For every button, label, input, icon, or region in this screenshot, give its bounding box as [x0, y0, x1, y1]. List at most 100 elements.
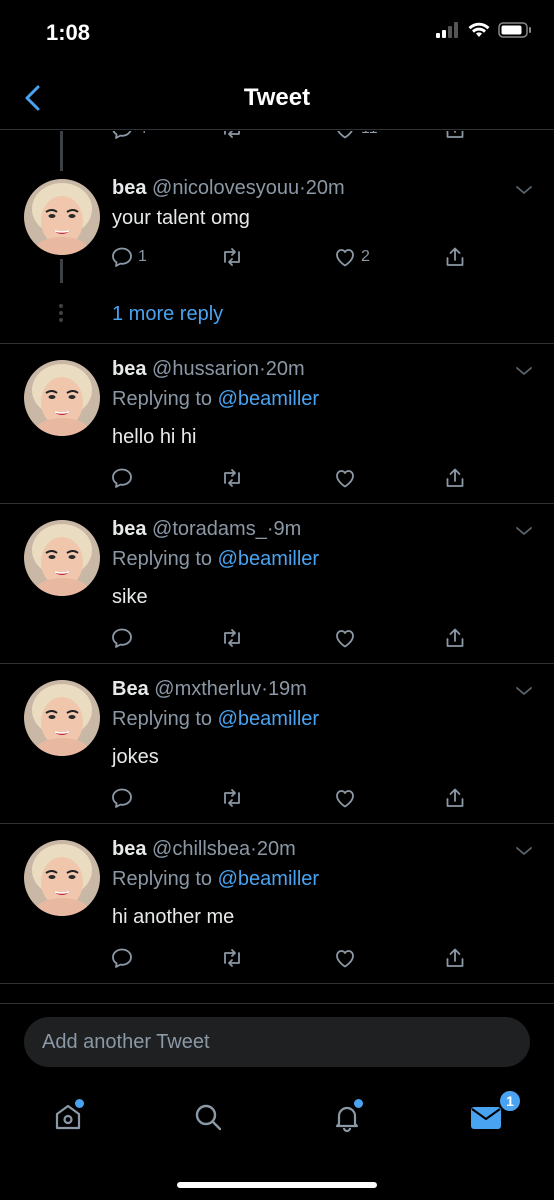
chevron-down-icon[interactable] — [514, 684, 534, 698]
retweet-icon — [220, 245, 244, 269]
retweet-button[interactable] — [220, 131, 244, 141]
chevron-down-icon[interactable] — [514, 364, 534, 378]
like-count: 11 — [361, 131, 378, 138]
like-button[interactable] — [333, 946, 357, 970]
retweet-button[interactable] — [220, 786, 244, 810]
replying-to: Replying to @beamiller — [112, 388, 319, 411]
like-button[interactable]: 2 — [333, 245, 370, 269]
tweet-reply-nested[interactable]: bea @nicolovesyouu·20m your talent omg 1… — [0, 171, 554, 343]
heart-icon — [333, 131, 357, 141]
share-button[interactable] — [443, 131, 467, 141]
envelope-icon — [471, 1107, 501, 1129]
reply-button[interactable] — [110, 626, 134, 650]
retweet-button[interactable] — [220, 245, 244, 269]
like-button[interactable] — [333, 466, 357, 490]
tab-messages[interactable]: 1 — [464, 1089, 522, 1139]
share-button[interactable] — [443, 626, 467, 650]
reply-button[interactable] — [110, 786, 134, 810]
like-button[interactable] — [333, 786, 357, 810]
tweet-row-partial[interactable] — [0, 983, 554, 1003]
reply-icon — [110, 626, 134, 650]
replying-to: Replying to @beamiller — [112, 868, 319, 891]
tab-notifications[interactable] — [325, 1095, 369, 1139]
reply-icon — [110, 786, 134, 810]
share-icon — [443, 786, 467, 810]
timestamp: 9m — [273, 518, 302, 540]
tweet-header: Bea @mxtherluv·19m — [112, 678, 307, 701]
replying-to: Replying to @beamiller — [112, 548, 319, 571]
tweet-row[interactable]: bea @chillsbea·20m Replying to @beamille… — [0, 823, 554, 983]
show-more-replies-link[interactable]: 1 more reply — [112, 303, 223, 326]
handle[interactable]: @hussarion — [152, 358, 259, 380]
share-button[interactable] — [443, 786, 467, 810]
tab-search[interactable] — [186, 1095, 230, 1139]
reply-icon — [110, 245, 134, 269]
reply-button[interactable]: 4 — [110, 131, 147, 141]
share-button[interactable] — [443, 946, 467, 970]
display-name[interactable]: bea — [112, 358, 146, 380]
avatar[interactable] — [24, 360, 100, 436]
search-icon — [195, 1104, 222, 1131]
tweet-text: hello hi hi — [112, 426, 197, 448]
tweet-text: your talent omg — [112, 207, 250, 229]
reply-button[interactable]: 1 — [110, 245, 147, 269]
share-button[interactable] — [443, 466, 467, 490]
like-button[interactable]: 11 — [333, 131, 378, 141]
replying-to-mention[interactable]: @beamiller — [218, 708, 319, 730]
share-button[interactable] — [443, 245, 467, 269]
tweet-row[interactable]: Bea @mxtherluv·19m Replying to @beamille… — [0, 663, 554, 823]
add-tweet-input[interactable]: Add another Tweet — [24, 1017, 530, 1067]
replying-to: Replying to @beamiller — [112, 708, 319, 731]
tweet-row[interactable]: bea @hussarion·20m Replying to @beamille… — [0, 343, 554, 503]
chevron-down-icon[interactable] — [514, 844, 534, 858]
heart-icon — [333, 245, 357, 269]
chevron-down-icon[interactable] — [514, 183, 534, 197]
handle[interactable]: @mxtherluv — [154, 678, 261, 700]
tweet-row[interactable]: bea @toradams_·9m Replying to @beamiller… — [0, 503, 554, 663]
reply-button[interactable] — [110, 466, 134, 490]
replying-to-mention[interactable]: @beamiller — [218, 548, 319, 570]
replying-to-mention[interactable]: @beamiller — [218, 388, 319, 410]
retweet-icon — [220, 946, 244, 970]
status-time: 1:08 — [46, 20, 91, 45]
reply-button[interactable] — [110, 946, 134, 970]
tweet-header: bea @chillsbea·20m — [112, 838, 296, 861]
avatar[interactable] — [24, 840, 100, 916]
home-indicator[interactable] — [177, 1182, 377, 1188]
reply-icon — [110, 466, 134, 490]
avatar[interactable] — [24, 680, 100, 756]
avatar[interactable] — [24, 179, 100, 255]
handle[interactable]: @nicolovesyouu — [152, 177, 299, 199]
notifications-dot — [354, 1099, 363, 1108]
avatar[interactable] — [24, 520, 100, 596]
tweet-header: bea @nicolovesyouu·20m — [112, 177, 345, 200]
signal-icon — [436, 22, 458, 38]
chevron-down-icon[interactable] — [514, 524, 534, 538]
home-notification-dot — [75, 1099, 84, 1108]
battery-icon — [498, 22, 531, 38]
retweet-icon — [220, 466, 244, 490]
separator-dot: · — [261, 678, 268, 700]
reply-icon — [110, 131, 134, 141]
retweet-icon — [220, 131, 244, 141]
retweet-button[interactable] — [220, 946, 244, 970]
tweet-feed[interactable]: 4 11 bea @nicolovesyouu·20m your talent … — [0, 131, 554, 1003]
display-name[interactable]: bea — [112, 518, 146, 540]
handle[interactable]: @toradams_ — [152, 518, 267, 540]
retweet-button[interactable] — [220, 626, 244, 650]
display-name[interactable]: bea — [112, 177, 146, 199]
replying-to-label: Replying to — [112, 708, 213, 730]
tab-home[interactable] — [46, 1095, 90, 1139]
retweet-button[interactable] — [220, 466, 244, 490]
tweet-text: hi another me — [112, 906, 235, 928]
share-icon — [443, 131, 467, 141]
tweet-text: jokes — [112, 746, 159, 768]
share-icon — [443, 626, 467, 650]
like-button[interactable] — [333, 626, 357, 650]
tweet-header: bea @toradams_·9m — [112, 518, 301, 541]
display-name[interactable]: Bea — [112, 678, 149, 700]
display-name[interactable]: bea — [112, 838, 146, 860]
handle[interactable]: @chillsbea — [152, 838, 250, 860]
share-icon — [443, 946, 467, 970]
replying-to-mention[interactable]: @beamiller — [218, 868, 319, 890]
